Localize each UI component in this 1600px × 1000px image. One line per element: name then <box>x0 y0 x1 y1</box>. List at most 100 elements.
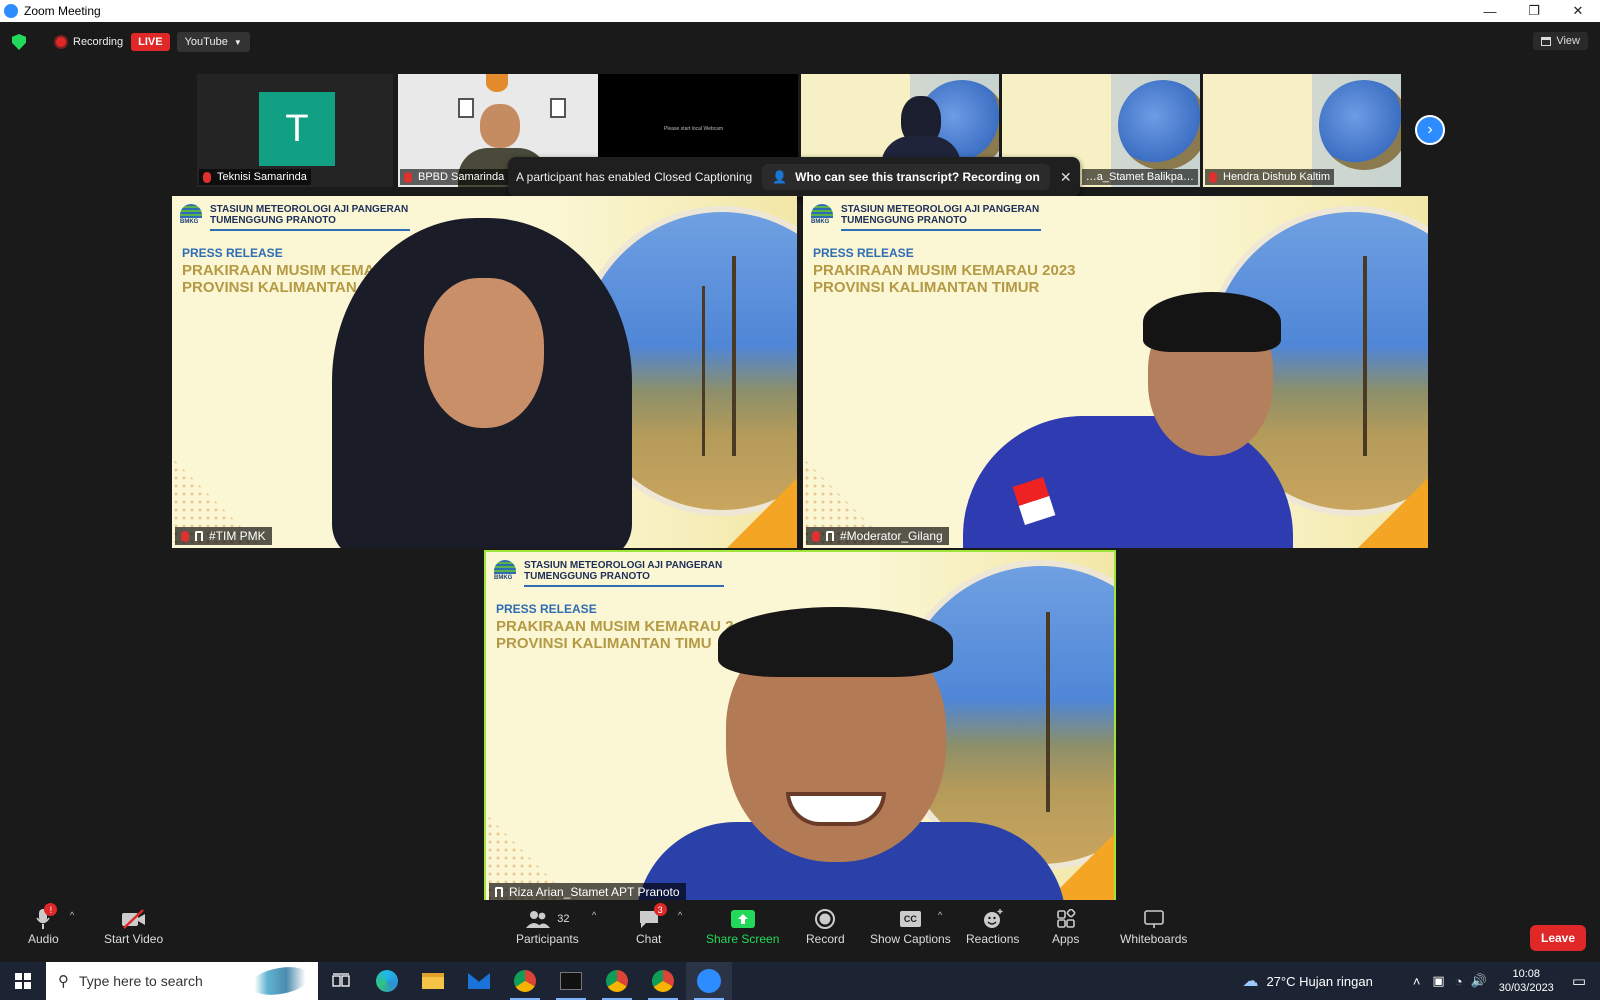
tree-trunk <box>732 256 736 456</box>
transcript-button[interactable]: 👤 Who can see this transcript? Recording … <box>762 164 1050 190</box>
wifi-icon[interactable]: ◔ <box>1455 974 1463 989</box>
stream-label: YouTube <box>184 36 228 48</box>
start-video-label: Start Video <box>104 932 164 946</box>
participant-name: #Moderator_Gilang <box>840 529 943 543</box>
participant-face <box>424 278 544 428</box>
participants-label: Participants <box>516 932 579 946</box>
window-controls: — ❐ ✕ <box>1468 0 1600 22</box>
tree-trunk <box>702 286 705 456</box>
screen-text: Please start local Webcam <box>664 126 724 132</box>
slide-photo-circle <box>1319 80 1401 170</box>
video-off-icon <box>121 909 145 929</box>
pin-icon <box>195 531 203 541</box>
participant-hair <box>718 607 953 677</box>
strip-tile-label: BPBD Samarinda <box>400 169 509 185</box>
reactions-label: Reactions <box>966 932 1020 946</box>
strip-tile-teknisi[interactable]: T Teknisi Samarinda <box>197 74 393 187</box>
stream-dropdown[interactable]: YouTube ▼ <box>176 32 250 52</box>
file-explorer-icon[interactable] <box>410 962 456 1000</box>
clock[interactable]: 10:08 30/03/2023 <box>1499 967 1554 995</box>
mic-muted-icon <box>181 530 189 542</box>
whiteboards-button[interactable]: Whiteboards <box>1120 906 1187 946</box>
chrome-profile-3-icon[interactable] <box>640 962 686 1000</box>
start-video-button[interactable]: Start Video <box>104 906 163 946</box>
minimize-button[interactable]: — <box>1468 0 1512 22</box>
participant-name: Teknisi Samarinda <box>217 171 307 183</box>
chat-button[interactable]: 3 Chat <box>636 903 667 946</box>
search-icon: ⚲ <box>58 973 69 990</box>
slide-header: BMKG STASIUN METEOROLOGI AJI PANGERAN TUM… <box>494 560 724 587</box>
next-page-arrow-icon[interactable]: › <box>1415 115 1445 145</box>
zoom-app-icon[interactable] <box>686 962 732 1000</box>
station-name: STASIUN METEOROLOGI AJI PANGERAN TUMENGGU… <box>210 204 409 226</box>
view-button[interactable]: View <box>1533 32 1588 50</box>
participant-name: Hendra Dishub Kaltim <box>1223 171 1330 183</box>
weather-text[interactable]: 27°C Hujan ringan <box>1266 974 1372 989</box>
video-tile-moderator[interactable]: BMKG STASIUN METEOROLOGI AJI PANGERAN TUM… <box>803 196 1428 548</box>
caption-notification: A participant has enabled Closed Caption… <box>508 157 1080 197</box>
participant-head <box>480 104 520 148</box>
leave-button[interactable]: Leave <box>1530 925 1587 951</box>
live-badge[interactable]: LIVE <box>131 33 170 51</box>
strip-tile-label: Hendra Dishub Kaltim <box>1205 169 1334 185</box>
participants-options-caret-icon[interactable]: ^ <box>592 910 596 920</box>
press-release-label: PRESS RELEASE <box>496 602 597 616</box>
bmkg-logo-icon: BMKG <box>180 204 204 230</box>
mail-icon[interactable] <box>456 962 502 1000</box>
chat-label: Chat <box>636 932 662 946</box>
slide-title: PRAKIRAAN MUSIM KEMARAU 2 PROVINSI KALIMA… <box>496 618 734 652</box>
video-tile-tim-pmk[interactable]: BMKG STASIUN METEOROLOGI AJI PANGERAN TUM… <box>172 196 797 548</box>
video-tile-riza[interactable]: BMKG STASIUN METEOROLOGI AJI PANGERAN TUM… <box>484 550 1116 906</box>
smiley-icon <box>983 909 1003 928</box>
video-name-label: #TIM PMK <box>175 527 272 545</box>
terminal-icon[interactable] <box>548 962 594 1000</box>
audio-alert-badge: ! <box>44 903 58 916</box>
station-name: STASIUN METEOROLOGI AJI PANGERAN TUMENGGU… <box>524 560 723 582</box>
whiteboards-label: Whiteboards <box>1120 932 1188 946</box>
close-notification-icon[interactable]: ✕ <box>1060 169 1072 186</box>
volume-icon[interactable]: 🔊 <box>1471 973 1487 989</box>
weather-cloud-icon[interactable]: ☁ <box>1242 971 1258 991</box>
closed-captions-icon: CC <box>899 911 921 927</box>
share-screen-icon <box>730 910 755 928</box>
captions-options-caret-icon[interactable]: ^ <box>938 910 942 920</box>
record-label: Record <box>806 932 845 946</box>
chrome-profile-1-icon[interactable] <box>502 962 548 1000</box>
transcript-label: Who can see this transcript? Recording o… <box>795 170 1040 184</box>
security-shield-icon[interactable] <box>12 34 26 50</box>
edge-browser-icon[interactable] <box>364 962 410 1000</box>
notification-center-icon[interactable]: ▭ <box>1572 972 1586 990</box>
press-release-label: PRESS RELEASE <box>182 246 283 260</box>
strip-tile-slide-3[interactable]: Hendra Dishub Kaltim <box>1203 74 1401 187</box>
tray-chevron-up-icon[interactable]: ˄ <box>1413 974 1421 989</box>
participant-name: #TIM PMK <box>209 529 266 543</box>
restore-button[interactable]: ❐ <box>1512 0 1556 22</box>
zoom-logo-icon <box>4 4 18 18</box>
audio-options-caret-icon[interactable]: ^ <box>70 910 74 920</box>
audio-button[interactable]: ! Audio <box>28 903 59 946</box>
record-button[interactable]: Record <box>806 906 845 946</box>
chrome-profile-2-icon[interactable] <box>594 962 640 1000</box>
taskbar-search[interactable]: ⚲ Type here to search <box>46 962 318 1000</box>
video-name-label: Riza Arian_Stamet APT Pranoto <box>489 883 686 901</box>
mic-muted-icon <box>404 171 412 183</box>
apps-button[interactable]: Apps <box>1052 906 1079 946</box>
task-view-icon[interactable] <box>318 962 364 1000</box>
mic-muted-icon <box>812 530 820 542</box>
caret-down-icon: ▼ <box>233 37 242 47</box>
chat-options-caret-icon[interactable]: ^ <box>678 910 682 920</box>
wall-emblem <box>486 74 508 92</box>
record-icon <box>815 909 836 929</box>
participant-name: BPBD Samarinda <box>418 171 505 183</box>
participants-icon <box>526 911 551 928</box>
participants-button[interactable]: 32 Participants <box>516 906 579 946</box>
meet-now-icon[interactable]: ▣ <box>1432 973 1444 989</box>
close-button[interactable]: ✕ <box>1556 0 1600 22</box>
reactions-button[interactable]: Reactions <box>966 906 1019 946</box>
share-screen-button[interactable]: Share Screen <box>706 906 779 946</box>
tree-trunk <box>1046 612 1050 812</box>
start-button[interactable] <box>0 962 46 1000</box>
video-name-label: #Moderator_Gilang <box>806 527 949 545</box>
recording-label[interactable]: Recording <box>73 36 123 48</box>
avatar: T <box>259 92 335 166</box>
